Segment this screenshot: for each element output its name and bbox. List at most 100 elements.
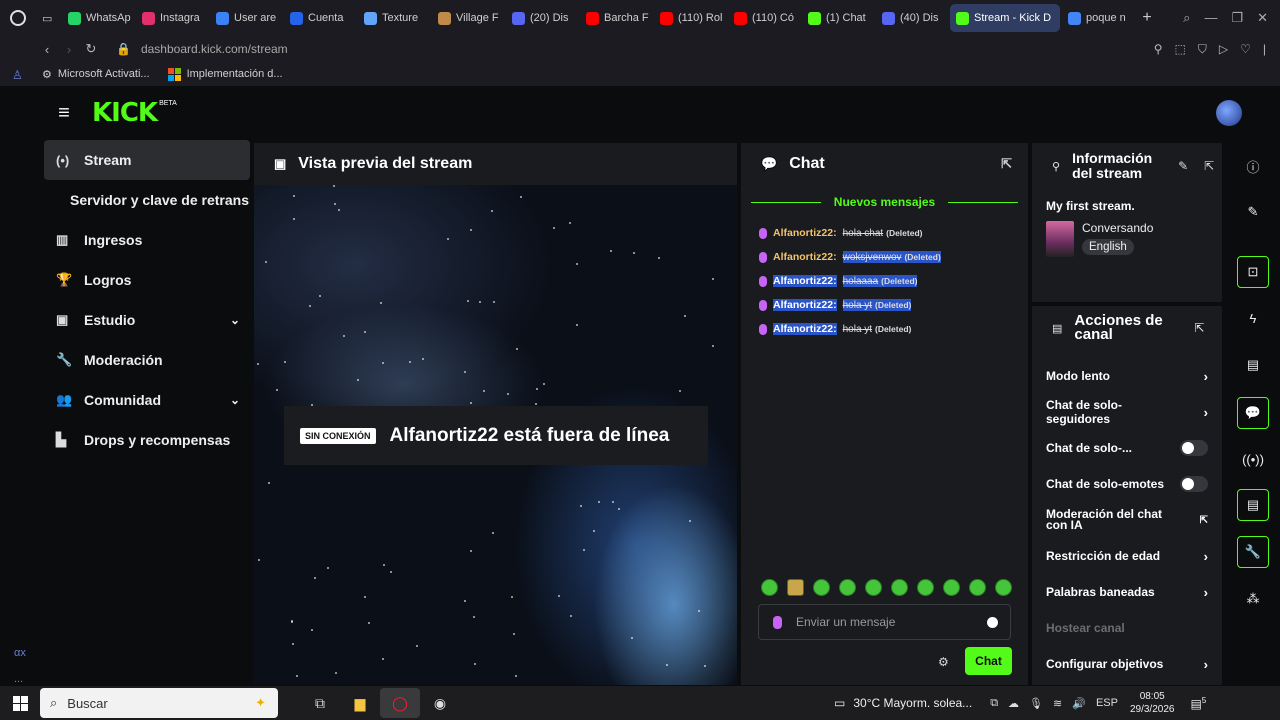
maximize-icon[interactable]: ❐ [1231, 10, 1243, 26]
volume-icon[interactable]: 🔊 [1072, 697, 1086, 710]
opera-taskbar-icon[interactable]: ◯ [380, 688, 420, 718]
tray-icon[interactable]: ⧉ [990, 697, 998, 710]
emote-icon[interactable] [891, 579, 908, 596]
document-icon[interactable]: ▤ [1237, 349, 1269, 381]
kick-logo[interactable]: KICK [92, 98, 158, 128]
browser-tab[interactable]: Village F [432, 4, 504, 32]
browser-tab[interactable]: (110) Rol [654, 4, 726, 32]
pencil-icon[interactable]: ✎ [1237, 196, 1269, 228]
community-icon[interactable]: ⁂ [1237, 583, 1269, 615]
chat-username[interactable]: Alfanortiz22: [773, 275, 837, 287]
nav-item[interactable]: 👥 Comunidad ⌄ [44, 380, 250, 420]
menu-icon[interactable]: | [1263, 42, 1266, 57]
chat-message[interactable]: Alfanortiz22: hola chat (Deleted) [759, 221, 1028, 245]
channel-action[interactable]: Configurar objetivos › [1046, 646, 1208, 682]
opera-logo-icon[interactable] [0, 0, 36, 36]
hamburger-menu-icon[interactable]: ≡ [36, 102, 92, 125]
browser-tab[interactable]: (110) Có [728, 4, 800, 32]
close-window-icon[interactable]: ✕ [1257, 10, 1268, 26]
popout-icon[interactable]: ⇱ [1194, 321, 1204, 335]
weather-widget[interactable]: ▭ 30°C Mayorm. solea... [834, 696, 972, 710]
clock[interactable]: 08:05 29/3/2026 [1130, 690, 1175, 716]
minimize-icon[interactable]: — [1204, 10, 1217, 26]
chat-message[interactable]: Alfanortiz22: hola yt (Deleted) [759, 317, 1028, 341]
play-icon[interactable]: ▷ [1219, 42, 1228, 57]
taskbar-search[interactable]: ⌕ Buscar ✦ [40, 688, 278, 718]
browser-tab[interactable]: Instagra [136, 4, 208, 32]
new-tab-button[interactable]: + [1134, 9, 1160, 27]
popout-icon[interactable]: ⇱ [1204, 159, 1214, 173]
emote-icon[interactable] [917, 579, 934, 596]
chat-message[interactable]: Alfanortiz22: hola yt (Deleted) [759, 293, 1028, 317]
sidebar-mark[interactable]: αx [14, 640, 26, 666]
nav-item[interactable]: ▙ Drops y recompensas [44, 420, 250, 460]
browser-tab[interactable]: Stream - Kick D [950, 4, 1060, 32]
emote-icon[interactable] [969, 579, 986, 596]
channel-action[interactable]: Restricción de edad › [1046, 538, 1208, 574]
chat-message[interactable]: Alfanortiz22: holaaaa (Deleted) [759, 269, 1028, 293]
wrench-icon[interactable]: 🔧 [1237, 536, 1269, 568]
nav-item[interactable]: Servidor y clave de retransmisión [44, 180, 250, 220]
browser-tab[interactable]: User are [210, 4, 282, 32]
chat-message[interactable]: Alfanortiz22: woksjvenwov (Deleted) [759, 245, 1028, 269]
popout-icon[interactable]: ⇱ [1001, 156, 1012, 172]
emote-icon[interactable] [943, 579, 960, 596]
chat-username[interactable]: Alfanortiz22: [773, 299, 837, 311]
cloud-icon[interactable]: ☁ [1008, 697, 1019, 710]
bookmark-item[interactable]: Implementación d... [167, 67, 283, 81]
browser-tab[interactable]: (40) Dis [876, 4, 948, 32]
language-label[interactable]: ESP [1096, 697, 1118, 709]
browser-tab[interactable]: Cuenta [284, 4, 356, 32]
task-view-icon[interactable]: ⧉ [300, 688, 340, 718]
toggle-switch[interactable] [1180, 440, 1208, 456]
back-icon[interactable]: ‹ [36, 42, 58, 57]
browser-tab[interactable]: poque n [1062, 4, 1134, 32]
channel-actions-icon[interactable]: ▤ [1237, 489, 1269, 521]
emote-icon[interactable] [865, 579, 882, 596]
browser-tab[interactable]: Texture [358, 4, 430, 32]
emote-icon[interactable] [995, 579, 1012, 596]
browser-tab[interactable]: (20) Dis [506, 4, 578, 32]
chat-username[interactable]: Alfanortiz22: [773, 251, 837, 263]
channel-action[interactable]: Chat de solo-seguidores › [1046, 394, 1208, 430]
search-tabs-icon[interactable]: ⌕ [1183, 10, 1190, 26]
forward-icon[interactable]: › [58, 42, 80, 57]
nav-item[interactable]: ▣ Estudio ⌄ [44, 300, 250, 340]
edit-icon[interactable]: ✎ [1178, 159, 1188, 173]
nav-item[interactable]: 🔧 Moderación [44, 340, 250, 380]
avatar[interactable] [1216, 100, 1242, 126]
chat-icon[interactable]: 💬 [1237, 397, 1269, 429]
url-field[interactable]: 🔒 dashboard.kick.com/stream [116, 42, 288, 56]
emote-icon[interactable] [761, 579, 778, 596]
send-chat-button[interactable]: Chat [965, 647, 1012, 675]
channel-action[interactable]: Moderación del chat con IA ⇱ [1046, 502, 1208, 538]
lightning-icon[interactable]: ϟ [1237, 302, 1269, 334]
nav-item[interactable]: ▥ Ingresos [44, 220, 250, 260]
camera-icon[interactable]: ⊡ [1237, 256, 1269, 288]
broadcast-icon[interactable]: ((•)) [1237, 443, 1269, 475]
browser-tab[interactable]: (1) Chat [802, 4, 874, 32]
workspaces-icon[interactable]: ▭ [36, 4, 62, 32]
reload-icon[interactable]: ↻ [80, 41, 102, 57]
windows-start-icon[interactable] [0, 695, 40, 711]
browser-tab[interactable]: WhatsAp [62, 4, 134, 32]
channel-action[interactable]: Chat de solo-emotes [1046, 466, 1208, 502]
ai-icon[interactable]: ♙ [12, 68, 23, 82]
emote-icon[interactable] [787, 579, 804, 596]
emote-icon[interactable] [813, 579, 830, 596]
heart-icon[interactable]: ♡ [1240, 42, 1251, 57]
emoji-picker-icon[interactable] [987, 616, 998, 628]
shield-icon[interactable]: ⛉ [1198, 42, 1207, 57]
channel-action[interactable]: Chat de solo-... [1046, 430, 1208, 466]
emote-icon[interactable] [839, 579, 856, 596]
chat-username[interactable]: Alfanortiz22: [773, 227, 837, 239]
chat-username[interactable]: Alfanortiz22: [773, 323, 837, 335]
wifi-icon[interactable]: ≋ [1053, 697, 1062, 710]
nav-item[interactable]: (•) Stream [44, 140, 250, 180]
obs-icon[interactable]: ◉ [420, 688, 460, 718]
nav-item[interactable]: 🏆 Logros [44, 260, 250, 300]
toggle-switch[interactable] [1180, 476, 1208, 492]
channel-action[interactable]: Modo lento › [1046, 358, 1208, 394]
info-icon[interactable]: ⓘ [1237, 150, 1269, 182]
mic-icon[interactable]: 🎙 [1029, 697, 1043, 710]
